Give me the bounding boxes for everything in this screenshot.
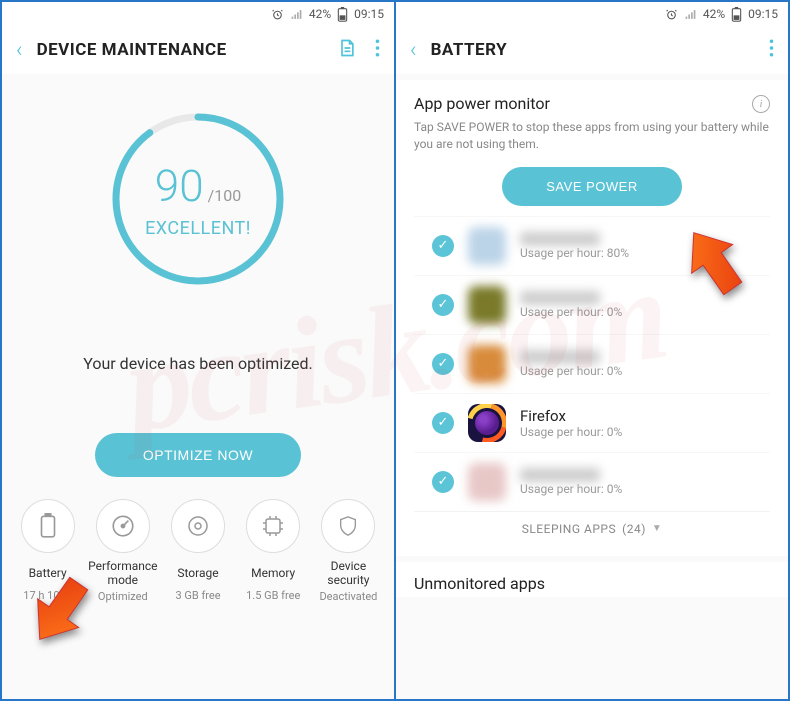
- tile-sub: 17 h 10 m: [23, 589, 72, 602]
- unmonitored-section[interactable]: Unmonitored apps: [396, 562, 788, 597]
- battery-icon: [21, 499, 75, 553]
- tile-label: Storage: [177, 559, 218, 587]
- checkbox-icon[interactable]: ✓: [432, 294, 454, 316]
- app-usage: Usage per hour: 0%: [520, 482, 752, 496]
- appbar: ‹ DEVICE MAINTENANCE: [2, 26, 394, 74]
- optimize-now-button[interactable]: OPTIMIZE NOW: [95, 433, 301, 477]
- screen-device-maintenance: 42% 09:15 ‹ DEVICE MAINTENANCE 90: [2, 2, 396, 699]
- tile-label: Performance mode: [85, 559, 160, 588]
- tile-sub: 1.5 GB free: [246, 589, 300, 602]
- signal-icon: [290, 8, 303, 21]
- app-usage: Usage per hour: 0%: [520, 305, 752, 319]
- section-description: Tap SAVE POWER to stop these apps from u…: [414, 119, 770, 153]
- battery-percent: 42%: [309, 7, 331, 21]
- back-icon[interactable]: ‹: [410, 38, 417, 63]
- memory-icon: [246, 499, 300, 553]
- appbar: ‹ BATTERY: [396, 26, 788, 74]
- status-bar: 42% 09:15: [2, 2, 394, 26]
- app-name: [520, 468, 600, 482]
- more-icon[interactable]: [769, 39, 774, 61]
- app-name: Firefox: [520, 407, 752, 425]
- alarm-icon: [665, 8, 678, 21]
- app-icon: [468, 227, 506, 265]
- clock-text: 09:15: [748, 7, 778, 21]
- alarm-icon: [271, 8, 284, 21]
- score-gauge: 90 /100 EXCELLENT!: [103, 104, 293, 294]
- app-row[interactable]: ✓ Usage per hour: 0%: [414, 275, 770, 334]
- page-title: DEVICE MAINTENANCE: [37, 40, 323, 60]
- tile-security[interactable]: Device security Deactivated: [311, 499, 386, 603]
- battery-icon: [337, 7, 348, 22]
- tile-performance[interactable]: Performance mode Optimized: [85, 499, 160, 603]
- sleeping-count: (24): [622, 522, 646, 536]
- tile-sub: 3 GB free: [175, 589, 220, 602]
- tile-label: Memory: [251, 559, 295, 587]
- checkbox-icon[interactable]: ✓: [432, 412, 454, 434]
- score-max: /100: [208, 186, 242, 205]
- checkbox-icon[interactable]: ✓: [432, 235, 454, 257]
- tile-sub: Deactivated: [319, 590, 377, 603]
- app-usage: Usage per hour: 80%: [520, 246, 752, 260]
- document-icon[interactable]: [337, 38, 357, 62]
- app-usage: Usage per hour: 0%: [520, 425, 752, 439]
- signal-icon: [684, 8, 697, 21]
- app-name: [520, 232, 600, 246]
- app-row[interactable]: ✓ Usage per hour: 0%: [414, 334, 770, 393]
- app-row[interactable]: ✓ Usage per hour: 0%: [414, 452, 770, 511]
- score-value: 90: [155, 160, 204, 212]
- screen-battery: 42% 09:15 ‹ BATTERY App power monitor i …: [396, 2, 788, 699]
- app-usage: Usage per hour: 0%: [520, 364, 752, 378]
- sleeping-apps-row[interactable]: SLEEPING APPS (24) ▼: [414, 511, 770, 546]
- section-title: App power monitor: [414, 94, 550, 113]
- info-icon[interactable]: i: [752, 95, 770, 113]
- tile-memory[interactable]: Memory 1.5 GB free: [236, 499, 311, 603]
- sleeping-label: SLEEPING APPS: [522, 522, 616, 536]
- app-icon: [468, 345, 506, 383]
- app-row[interactable]: ✓ Usage per hour: 80%: [414, 216, 770, 275]
- app-row[interactable]: ✓ Firefox Usage per hour: 0%: [414, 393, 770, 452]
- checkbox-icon[interactable]: ✓: [432, 471, 454, 493]
- optimized-message: Your device has been optimized.: [83, 354, 313, 373]
- app-name: [520, 291, 600, 305]
- checkbox-icon[interactable]: ✓: [432, 353, 454, 375]
- tile-label: Battery: [29, 559, 67, 587]
- app-icon: [468, 286, 506, 324]
- storage-icon: [171, 499, 225, 553]
- back-icon[interactable]: ‹: [16, 38, 23, 63]
- more-icon[interactable]: [375, 39, 380, 61]
- save-power-button[interactable]: SAVE POWER: [502, 167, 681, 206]
- app-icon: [468, 463, 506, 501]
- unmonitored-title: Unmonitored apps: [414, 574, 770, 593]
- app-icon-firefox: [468, 404, 506, 442]
- score-label: EXCELLENT!: [145, 218, 251, 239]
- app-name: [520, 350, 600, 364]
- tile-battery[interactable]: Battery 17 h 10 m: [10, 499, 85, 603]
- app-list: ✓ Usage per hour: 80% ✓ Usage per hour: …: [414, 216, 770, 511]
- tile-label: Device security: [311, 559, 386, 588]
- tile-sub: Optimized: [98, 590, 148, 603]
- chevron-down-icon: ▼: [652, 523, 662, 534]
- battery-icon: [731, 7, 742, 22]
- page-title: BATTERY: [431, 40, 755, 60]
- tile-storage[interactable]: Storage 3 GB free: [160, 499, 235, 603]
- gauge-icon: [96, 499, 150, 553]
- shield-icon: [321, 499, 375, 553]
- battery-percent: 42%: [703, 7, 725, 21]
- status-bar: 42% 09:15: [396, 2, 788, 26]
- category-row: Battery 17 h 10 m Performance mode Optim…: [2, 499, 394, 613]
- clock-text: 09:15: [354, 7, 384, 21]
